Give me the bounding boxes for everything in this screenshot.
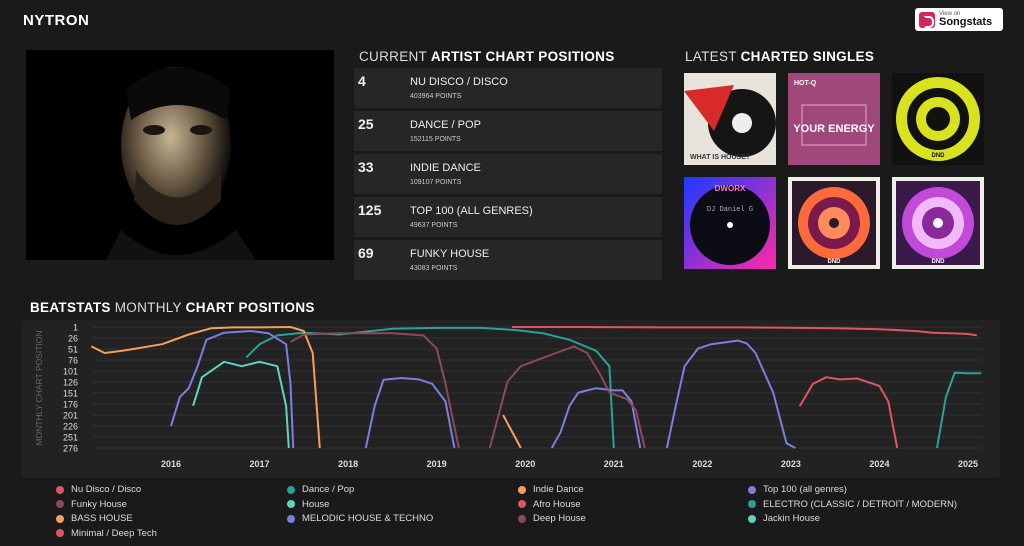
legend-item[interactable]: Nu Disco / Disco xyxy=(56,484,141,495)
legend-dot-icon xyxy=(518,514,526,523)
legend-dot-icon xyxy=(56,485,64,494)
x-tick-label: 2019 xyxy=(427,459,447,469)
x-tick-label: 2020 xyxy=(515,459,535,469)
legend-dot-icon xyxy=(287,514,295,523)
legend-item[interactable]: ELECTRO (CLASSIC / DETROIT / MODERN) xyxy=(748,499,957,510)
legend-label: Dance / Pop xyxy=(302,484,355,495)
y-tick-label: 101 xyxy=(63,367,78,377)
legend-label: Top 100 (all genres) xyxy=(763,484,847,495)
legend-item[interactable]: Jackin House xyxy=(748,513,820,524)
legend-item[interactable]: Funky House xyxy=(56,499,127,510)
x-tick-label: 2024 xyxy=(869,459,889,469)
legend-dot-icon xyxy=(748,514,756,523)
legend-label: Jackin House xyxy=(763,513,821,524)
legend-item[interactable]: MELODIC HOUSE & TECHNO xyxy=(287,513,433,524)
x-tick-label: 2023 xyxy=(781,459,801,469)
series-line[interactable] xyxy=(550,387,642,449)
y-tick-label: 201 xyxy=(63,411,78,421)
legend-dot-icon xyxy=(287,500,295,508)
legend-label: MELODIC HOUSE & TECHNO xyxy=(302,513,434,524)
legend-item[interactable]: BASS HOUSE xyxy=(56,513,133,524)
legend-label: Minimal / Deep Tech xyxy=(71,527,157,539)
legend-label: Indie Dance xyxy=(533,484,584,495)
legend-label: Funky House xyxy=(71,498,127,510)
y-tick-label: 251 xyxy=(63,433,78,443)
series-line[interactable] xyxy=(192,360,290,449)
series-line[interactable] xyxy=(798,376,899,449)
legend-item[interactable]: Deep House xyxy=(518,513,586,524)
x-tick-label: 2021 xyxy=(604,459,624,469)
y-tick-label: 151 xyxy=(63,389,78,399)
legend-item[interactable]: Top 100 (all genres) xyxy=(748,484,847,495)
series-line[interactable] xyxy=(665,339,796,449)
legend-label: Nu Disco / Disco xyxy=(71,484,142,495)
y-tick-label: 126 xyxy=(63,378,78,388)
y-tick-label: 26 xyxy=(68,334,78,344)
series-line[interactable] xyxy=(245,326,615,449)
y-tick-label: 276 xyxy=(63,444,78,454)
monthly-chart: MONTHLY CHART POSITION 12651761011261511… xyxy=(34,323,982,469)
x-tick-label: 2022 xyxy=(692,459,712,469)
series-line[interactable] xyxy=(364,377,456,449)
chart-legend: Nu Disco / Disco Dance / Pop Indie Dance To… xyxy=(56,484,1016,544)
legend-item[interactable]: Afro House xyxy=(518,499,581,510)
x-tick-label: 2018 xyxy=(338,459,358,469)
legend-dot-icon xyxy=(518,485,526,494)
series-line[interactable] xyxy=(502,414,522,449)
legend-label: ELECTRO (CLASSIC / DETROIT / MODERN) xyxy=(763,498,958,510)
y-tick-label: 76 xyxy=(68,356,78,366)
legend-dot-icon xyxy=(56,514,64,523)
legend-dot-icon xyxy=(748,500,756,508)
legend-label: Afro House xyxy=(533,498,581,510)
x-tick-label: 2016 xyxy=(161,459,181,469)
x-tick-label: 2025 xyxy=(958,459,978,469)
legend-item[interactable]: Minimal / Deep Tech xyxy=(56,528,157,539)
legend-item[interactable]: Dance / Pop xyxy=(287,484,354,495)
legend-label: Deep House xyxy=(533,513,586,524)
legend-label: BASS HOUSE xyxy=(71,513,133,524)
legend-dot-icon xyxy=(287,485,295,494)
legend-dot-icon xyxy=(518,500,526,508)
legend-dot-icon xyxy=(748,485,756,494)
y-axis-label: MONTHLY CHART POSITION xyxy=(34,330,44,445)
y-tick-label: 176 xyxy=(63,400,78,410)
y-tick-label: 1 xyxy=(73,323,78,333)
y-tick-label: 226 xyxy=(63,422,78,432)
series-line[interactable] xyxy=(511,326,978,337)
legend-item[interactable]: Indie Dance xyxy=(518,484,584,495)
y-tick-label: 51 xyxy=(68,345,78,355)
legend-item[interactable]: House xyxy=(287,499,329,510)
series-line[interactable] xyxy=(170,330,295,449)
legend-dot-icon xyxy=(56,529,64,537)
legend-label: House xyxy=(302,498,330,510)
legend-dot-icon xyxy=(56,500,64,508)
x-tick-label: 2017 xyxy=(250,459,270,469)
